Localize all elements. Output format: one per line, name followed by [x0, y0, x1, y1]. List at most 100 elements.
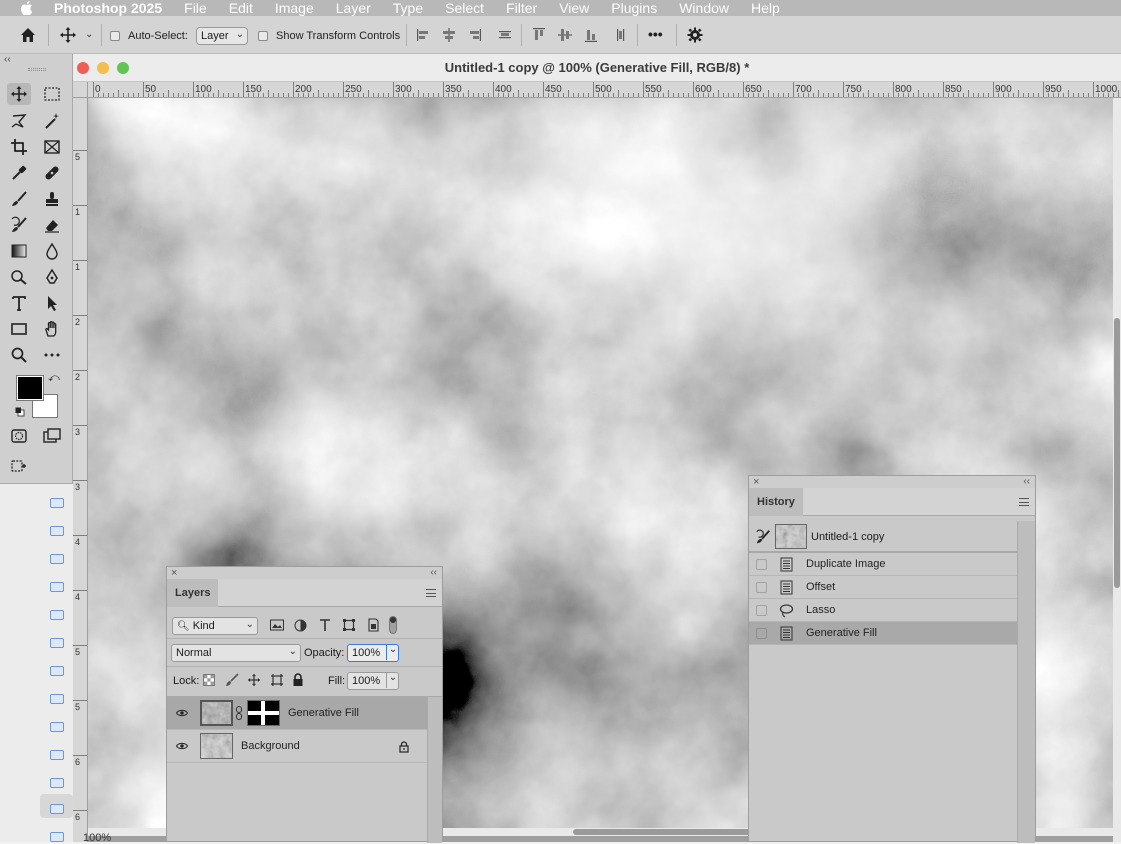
zoom-level[interactable]: 100%: [83, 832, 111, 844]
collapse-icon[interactable]: ‹‹: [430, 568, 437, 578]
fill-input[interactable]: 100% ⌄: [347, 672, 399, 690]
auto-select-checkbox[interactable]: [110, 31, 120, 41]
scroll-thumb[interactable]: [573, 829, 773, 835]
align-middle-icon[interactable]: [556, 26, 574, 44]
lock-position-icon[interactable]: [247, 673, 261, 687]
crop-tool-icon[interactable]: [7, 136, 31, 158]
tab-layers[interactable]: Layers: [167, 579, 219, 607]
clone-stamp-tool-icon[interactable]: [40, 188, 64, 210]
panel-menu-icon[interactable]: [1019, 498, 1029, 506]
close-icon[interactable]: ×: [753, 477, 759, 488]
opacity-input[interactable]: 100% ⌄: [347, 644, 399, 662]
link-icon[interactable]: [236, 706, 242, 720]
dodge-tool-icon[interactable]: [7, 266, 31, 288]
move-tool-icon[interactable]: [7, 83, 31, 105]
menu-edit[interactable]: Edit: [229, 0, 253, 16]
distribute-vertical-icon[interactable]: [612, 26, 630, 44]
lasso-tool-icon[interactable]: [7, 110, 31, 132]
lock-pixels-icon[interactable]: [225, 673, 239, 687]
shape-filter-icon[interactable]: [342, 618, 356, 632]
align-bottom-icon[interactable]: [582, 26, 600, 44]
history-brush-source-checkbox[interactable]: [756, 628, 767, 639]
menu-app-name[interactable]: Photoshop 2025: [54, 0, 162, 16]
gear-icon[interactable]: [686, 26, 704, 44]
panel-header[interactable]: × ‹‹: [167, 567, 442, 579]
align-top-icon[interactable]: [530, 26, 548, 44]
smart-object-filter-icon[interactable]: [366, 618, 380, 632]
type-filter-icon[interactable]: [318, 618, 332, 632]
lock-transparent-icon[interactable]: [203, 674, 215, 686]
vertical-ruler[interactable]: 5 1 1 2 2 3 3 4 4 5 5 6 6: [73, 98, 88, 842]
tab-history[interactable]: History: [749, 488, 803, 516]
layers-scrollbar[interactable]: [427, 697, 442, 843]
blend-mode-dropdown[interactable]: Normal ⌄: [171, 644, 301, 662]
magic-wand-tool-icon[interactable]: [40, 110, 64, 132]
history-brush-source-checkbox[interactable]: [756, 582, 767, 593]
apple-icon[interactable]: [14, 1, 38, 15]
history-step-row[interactable]: Offset: [749, 576, 1017, 599]
horizontal-ruler[interactable]: 0 50 100 150 200 250 300 350 400 450 500 550 600 650 7…: [88, 82, 1121, 98]
path-selection-tool-icon[interactable]: [40, 292, 64, 314]
rectangle-tool-icon[interactable]: [7, 318, 31, 340]
chevron-down-icon[interactable]: ⌄: [386, 672, 399, 688]
menu-help[interactable]: Help: [751, 0, 780, 16]
menu-layer[interactable]: Layer: [336, 0, 371, 16]
collapse-icon[interactable]: ‹‹: [4, 55, 11, 65]
show-transform-checkbox[interactable]: [258, 31, 268, 41]
brush-tool-icon[interactable]: [7, 188, 31, 210]
layer-row[interactable]: Generative Fill: [167, 697, 427, 730]
menu-file[interactable]: File: [184, 0, 207, 16]
history-brush-source-checkbox[interactable]: [756, 559, 767, 570]
history-brush-source-checkbox[interactable]: [756, 605, 767, 616]
align-center-icon[interactable]: [440, 26, 458, 44]
vertical-scrollbar[interactable]: [1113, 98, 1121, 842]
ruler-origin[interactable]: [73, 82, 88, 98]
filter-kind-dropdown[interactable]: 🔍︎ Kind ⌄: [172, 617, 258, 635]
collapse-icon[interactable]: ‹‹: [1023, 477, 1030, 487]
history-step-row[interactable]: Lasso: [749, 599, 1017, 622]
marquee-tool-icon[interactable]: [40, 83, 64, 105]
eyedropper-tool-icon[interactable]: [7, 162, 31, 184]
screen-mode-icon[interactable]: [40, 425, 64, 447]
align-left-icon[interactable]: [415, 26, 433, 44]
chevron-down-icon[interactable]: ⌄: [85, 29, 93, 40]
menu-image[interactable]: Image: [275, 0, 314, 16]
layer-mask-thumbnail[interactable]: [247, 700, 280, 726]
menu-window[interactable]: Window: [679, 0, 729, 16]
eraser-tool-icon[interactable]: [40, 214, 64, 236]
move-tool-preset-icon[interactable]: [59, 26, 77, 44]
history-brush-source-icon[interactable]: [755, 529, 771, 545]
auto-select-dropdown[interactable]: Layer ⌄: [196, 27, 248, 45]
frame-tool-icon[interactable]: [40, 136, 64, 158]
distribute-icon[interactable]: [496, 26, 514, 44]
history-scrollbar[interactable]: [1017, 521, 1035, 843]
document-title-bar[interactable]: Untitled-1 copy @ 100% (Generative Fill,…: [73, 54, 1121, 82]
gradient-tool-icon[interactable]: [7, 240, 31, 262]
layer-row[interactable]: Background: [167, 730, 427, 763]
scroll-thumb[interactable]: [1114, 318, 1120, 588]
history-snapshot-row[interactable]: Untitled-1 copy: [749, 521, 1017, 553]
align-right-icon[interactable]: [465, 26, 483, 44]
menu-filter[interactable]: Filter: [506, 0, 537, 16]
menu-view[interactable]: View: [559, 0, 589, 16]
eye-icon[interactable]: [175, 708, 189, 717]
blur-tool-icon[interactable]: [40, 240, 64, 262]
menu-select[interactable]: Select: [445, 0, 484, 16]
history-brush-tool-icon[interactable]: [7, 214, 31, 236]
hand-tool-icon[interactable]: [40, 318, 64, 340]
panel-header[interactable]: × ‹‹: [749, 476, 1035, 488]
zoom-tool-icon[interactable]: [7, 344, 31, 366]
history-step-row[interactable]: Generative Fill: [749, 622, 1017, 645]
type-tool-icon[interactable]: [7, 292, 31, 314]
filter-toggle-switch[interactable]: [389, 616, 397, 634]
history-step-row[interactable]: Duplicate Image: [749, 553, 1017, 576]
home-icon[interactable]: [19, 26, 37, 44]
drag-handle[interactable]: [28, 68, 46, 71]
default-colors-icon[interactable]: [15, 407, 25, 417]
lock-icon[interactable]: [399, 741, 409, 753]
lock-artboard-icon[interactable]: [270, 673, 284, 687]
menu-type[interactable]: Type: [393, 0, 423, 16]
swap-colors-icon[interactable]: ⤺: [48, 372, 60, 385]
more-tools-icon[interactable]: [40, 344, 64, 366]
edit-toolbar-icon[interactable]: [7, 455, 31, 477]
